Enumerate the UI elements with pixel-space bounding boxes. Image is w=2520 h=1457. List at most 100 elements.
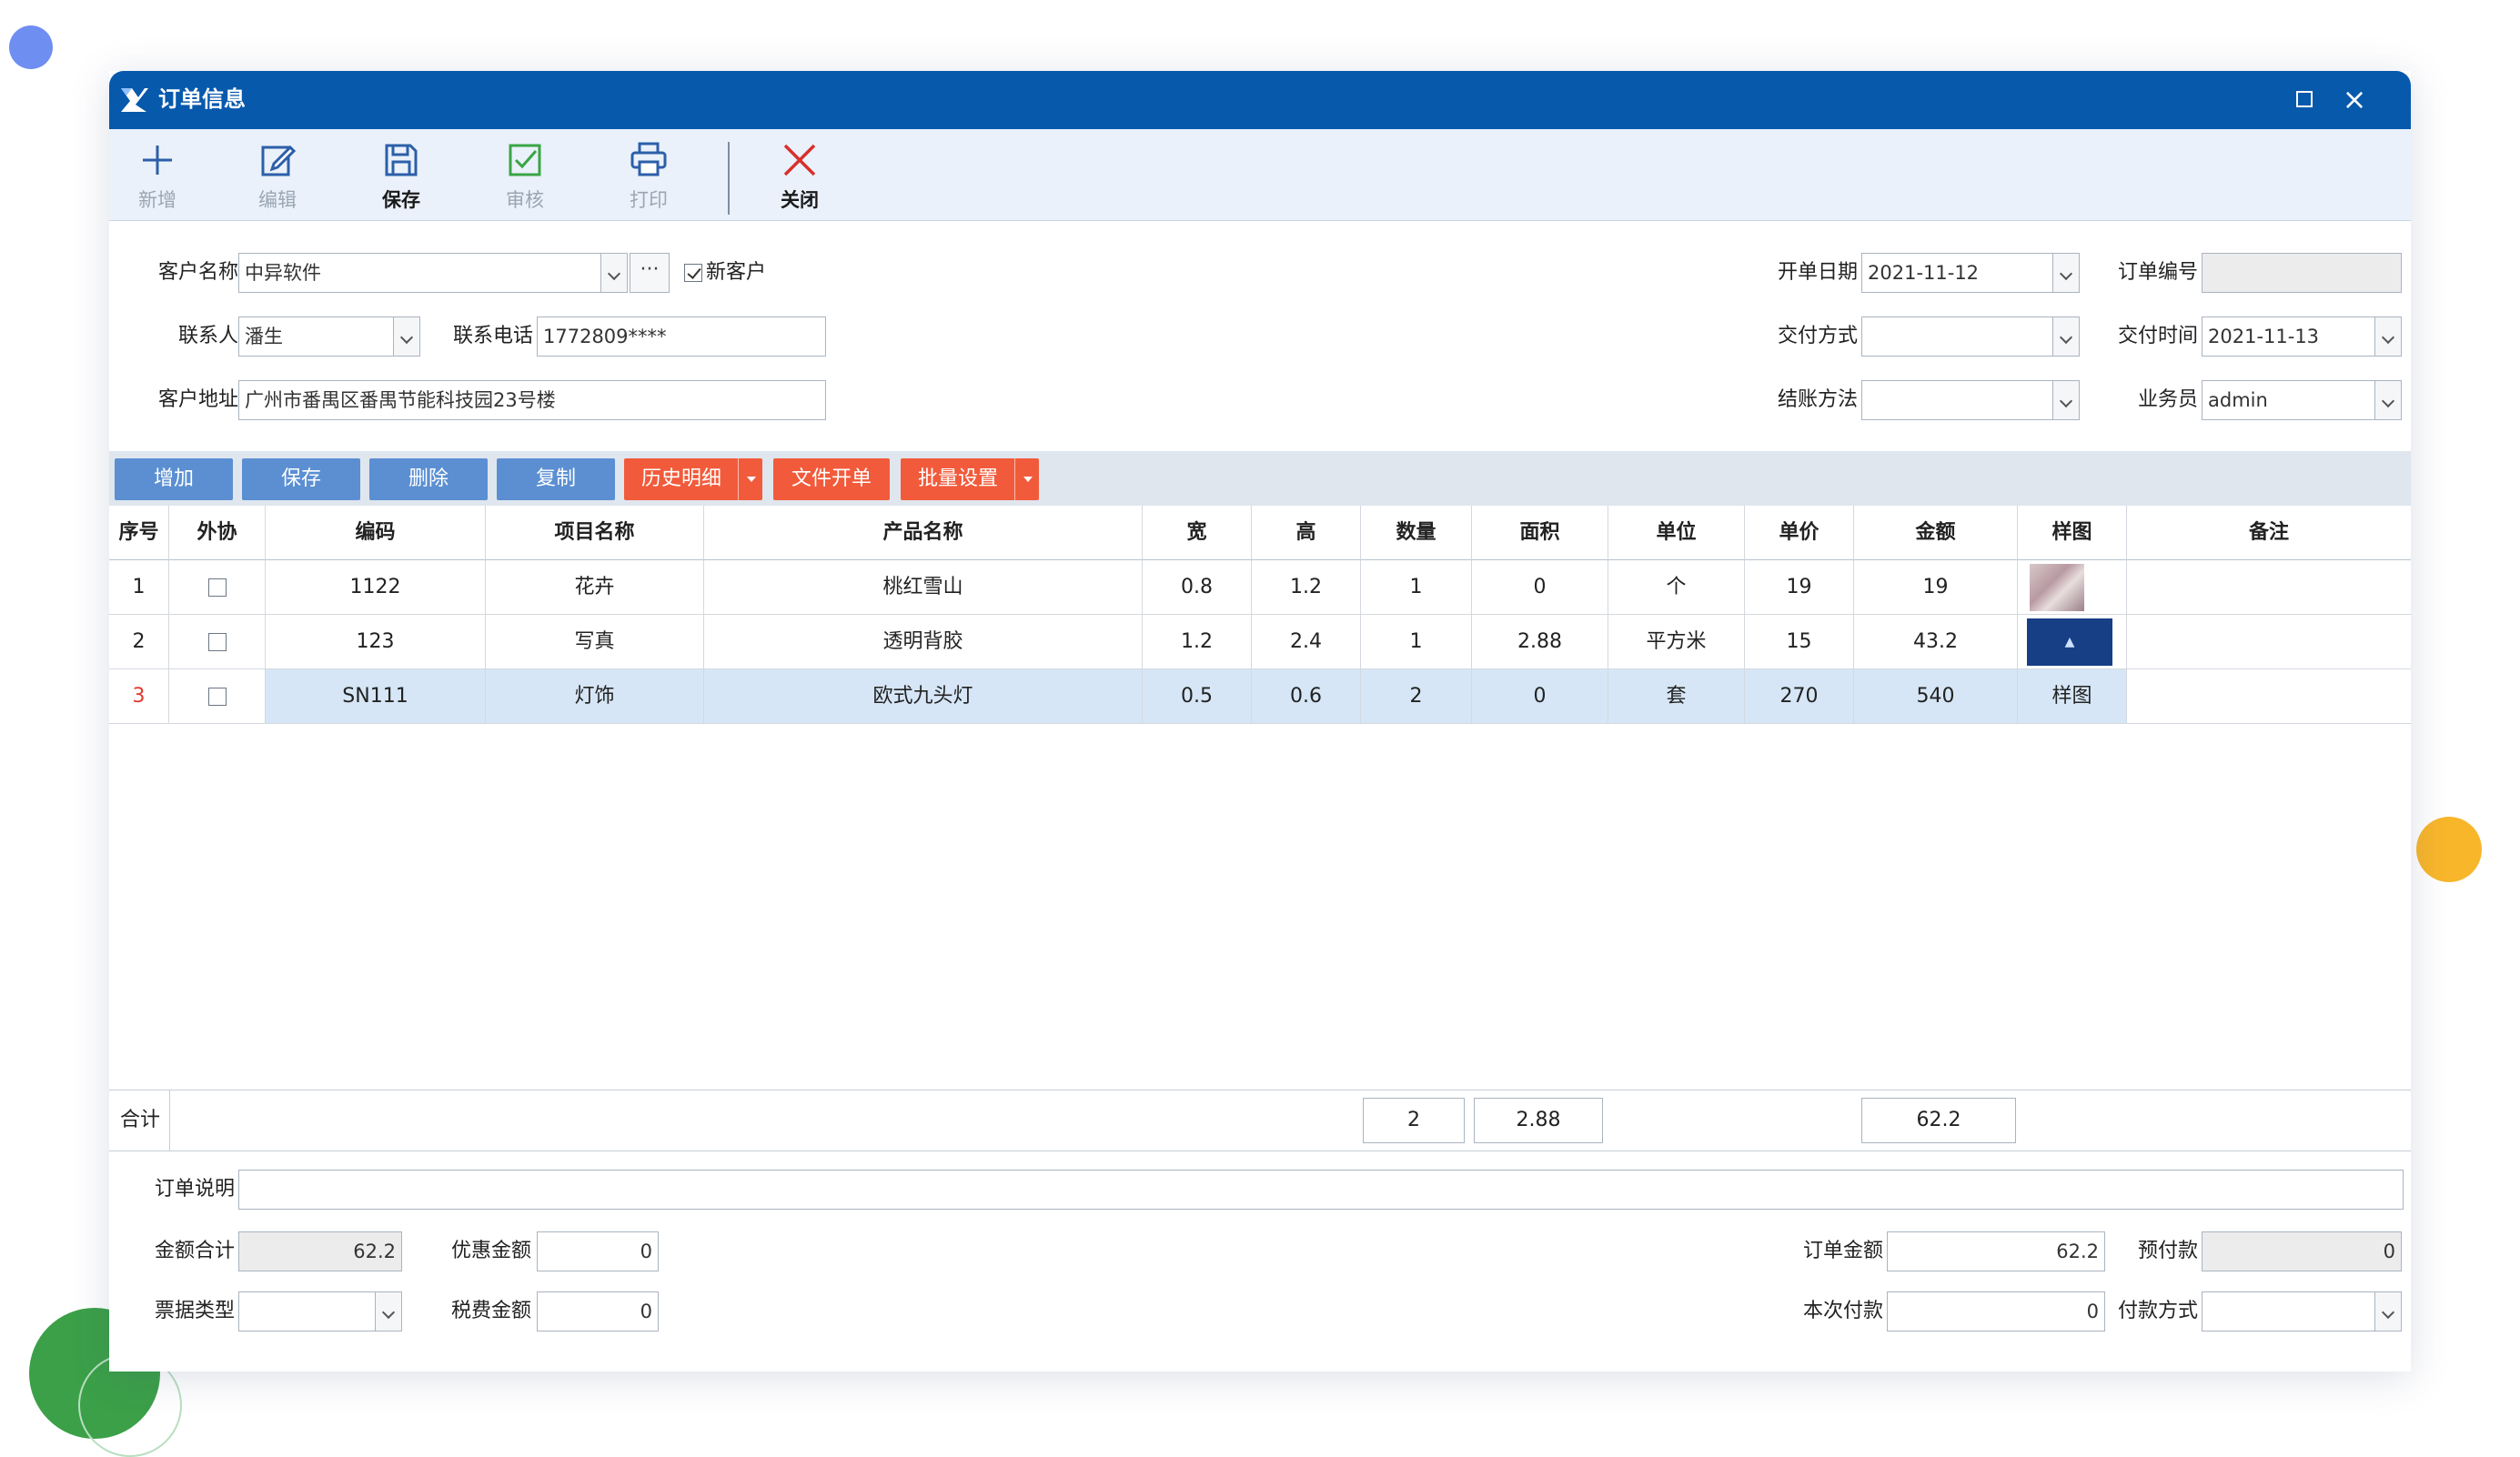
grid-copy-button[interactable]: 复制 xyxy=(497,458,615,500)
delivery-time-field[interactable]: 2021-11-13 xyxy=(2202,317,2402,357)
col-header[interactable]: 单价 xyxy=(1745,506,1854,560)
unit-cell[interactable]: 套 xyxy=(1608,669,1745,724)
amount-cell[interactable]: 19 xyxy=(1854,560,2018,615)
col-header[interactable]: 单位 xyxy=(1608,506,1745,560)
unit-cell[interactable]: 平方米 xyxy=(1608,615,1745,669)
phone-field[interactable]: 1772809**** xyxy=(537,317,826,357)
chevron-down-icon[interactable] xyxy=(2374,1292,2401,1331)
table-row[interactable]: 2 123 写真 透明背胶 1.2 2.4 1 2.88 平方米 15 43.2… xyxy=(109,615,2411,669)
outsource-checkbox[interactable] xyxy=(208,688,227,706)
col-header[interactable]: 高 xyxy=(1252,506,1361,560)
item-cell[interactable]: 灯饰 xyxy=(486,669,704,724)
maximize-icon[interactable] xyxy=(2296,91,2313,107)
invoice-type-combo[interactable] xyxy=(238,1291,402,1331)
grid-delete-button[interactable]: 删除 xyxy=(369,458,488,500)
col-header[interactable]: 项目名称 xyxy=(486,506,704,560)
code-cell[interactable]: SN111 xyxy=(266,669,486,724)
chevron-down-icon[interactable] xyxy=(2052,254,2079,292)
col-header[interactable]: 数量 xyxy=(1361,506,1472,560)
customer-browse-button[interactable]: ··· xyxy=(630,253,670,293)
grid-add-button[interactable]: 增加 xyxy=(115,458,233,500)
edit-button[interactable]: 编辑 xyxy=(237,135,318,216)
chevron-down-icon[interactable] xyxy=(2374,381,2401,419)
chevron-down-icon[interactable] xyxy=(2374,317,2401,356)
area-cell[interactable]: 0 xyxy=(1472,669,1608,724)
pay-method-combo[interactable] xyxy=(2202,1291,2402,1331)
sample-cell[interactable]: 样图 xyxy=(2018,669,2127,724)
note-cell[interactable] xyxy=(2127,669,2411,724)
batch-settings-button[interactable]: 批量设置 xyxy=(901,458,1039,500)
pay-now-field[interactable]: 0 xyxy=(1887,1291,2105,1331)
contact-combo[interactable]: 潘生 xyxy=(238,317,420,357)
new-button[interactable]: 新增 xyxy=(116,135,198,216)
outsource-checkbox[interactable] xyxy=(208,578,227,597)
chevron-down-icon[interactable] xyxy=(600,254,627,292)
chevron-down-icon[interactable] xyxy=(1014,458,1039,500)
tax-field[interactable]: 0 xyxy=(537,1291,659,1331)
item-cell[interactable]: 花卉 xyxy=(486,560,704,615)
close-button[interactable]: 关闭 xyxy=(759,135,841,216)
sample-thumbnail[interactable]: ▲ xyxy=(2027,618,2112,666)
area-cell[interactable]: 0 xyxy=(1472,560,1608,615)
customer-name-combo[interactable]: 中异软件 xyxy=(238,253,628,293)
outsource-checkbox[interactable] xyxy=(208,633,227,651)
amount-cell[interactable]: 540 xyxy=(1854,669,2018,724)
chevron-down-icon[interactable] xyxy=(393,317,419,356)
chevron-down-icon[interactable] xyxy=(738,458,762,500)
col-header[interactable]: 样图 xyxy=(2018,506,2127,560)
table-row-selected[interactable]: 3 SN111 灯饰 欧式九头灯 0.5 0.6 2 0 套 270 540 样… xyxy=(109,669,2411,724)
height-cell[interactable]: 2.4 xyxy=(1252,615,1361,669)
audit-button[interactable]: 审核 xyxy=(484,135,566,216)
order-amount-field[interactable]: 62.2 xyxy=(1887,1231,2105,1271)
qty-cell[interactable]: 1 xyxy=(1361,615,1472,669)
sum-field[interactable]: 62.2 xyxy=(238,1231,402,1271)
sample-cell[interactable]: ▲ xyxy=(2018,615,2127,669)
height-cell[interactable]: 1.2 xyxy=(1252,560,1361,615)
close-window-icon[interactable]: × xyxy=(2340,85,2369,115)
unit-cell[interactable]: 个 xyxy=(1608,560,1745,615)
item-cell[interactable]: 写真 xyxy=(486,615,704,669)
chevron-down-icon[interactable] xyxy=(375,1292,401,1331)
col-header[interactable]: 面积 xyxy=(1472,506,1608,560)
price-cell[interactable]: 19 xyxy=(1745,560,1854,615)
amount-cell[interactable]: 43.2 xyxy=(1854,615,2018,669)
col-header[interactable]: 金额 xyxy=(1854,506,2018,560)
order-no-field[interactable] xyxy=(2202,253,2402,293)
address-field[interactable]: 广州市番禺区番禺节能科技园23号楼 xyxy=(238,380,826,420)
width-cell[interactable]: 0.5 xyxy=(1143,669,1252,724)
discount-field[interactable]: 0 xyxy=(537,1231,659,1271)
width-cell[interactable]: 0.8 xyxy=(1143,560,1252,615)
delivery-method-combo[interactable] xyxy=(1861,317,2080,357)
code-cell[interactable]: 1122 xyxy=(266,560,486,615)
remark-field[interactable] xyxy=(238,1170,2404,1210)
salesperson-combo[interactable]: admin xyxy=(2202,380,2402,420)
prepay-field[interactable]: 0 xyxy=(2202,1231,2402,1271)
code-cell[interactable]: 123 xyxy=(266,615,486,669)
sample-thumbnail[interactable] xyxy=(2030,564,2084,611)
width-cell[interactable]: 1.2 xyxy=(1143,615,1252,669)
col-header[interactable]: 编码 xyxy=(266,506,486,560)
qty-cell[interactable]: 2 xyxy=(1361,669,1472,724)
chevron-down-icon[interactable] xyxy=(2052,381,2079,419)
save-button[interactable]: 保存 xyxy=(360,135,442,216)
product-cell[interactable]: 欧式九头灯 xyxy=(704,669,1143,724)
area-cell[interactable]: 2.88 xyxy=(1472,615,1608,669)
sample-cell[interactable] xyxy=(2018,560,2127,615)
print-button[interactable]: 打印 xyxy=(608,135,690,216)
history-detail-button[interactable]: 历史明细 xyxy=(624,458,762,500)
col-header[interactable]: 外协 xyxy=(169,506,266,560)
chevron-down-icon[interactable] xyxy=(2052,317,2079,356)
product-cell[interactable]: 透明背胶 xyxy=(704,615,1143,669)
note-cell[interactable] xyxy=(2127,615,2411,669)
file-order-button[interactable]: 文件开单 xyxy=(773,458,890,500)
note-cell[interactable] xyxy=(2127,560,2411,615)
col-header[interactable]: 宽 xyxy=(1143,506,1252,560)
col-header[interactable]: 产品名称 xyxy=(704,506,1143,560)
product-cell[interactable]: 桃红雪山 xyxy=(704,560,1143,615)
col-header[interactable]: 序号 xyxy=(109,506,169,560)
price-cell[interactable]: 15 xyxy=(1745,615,1854,669)
price-cell[interactable]: 270 xyxy=(1745,669,1854,724)
new-customer-checkbox[interactable] xyxy=(684,264,702,282)
qty-cell[interactable]: 1 xyxy=(1361,560,1472,615)
grid-save-button[interactable]: 保存 xyxy=(242,458,360,500)
